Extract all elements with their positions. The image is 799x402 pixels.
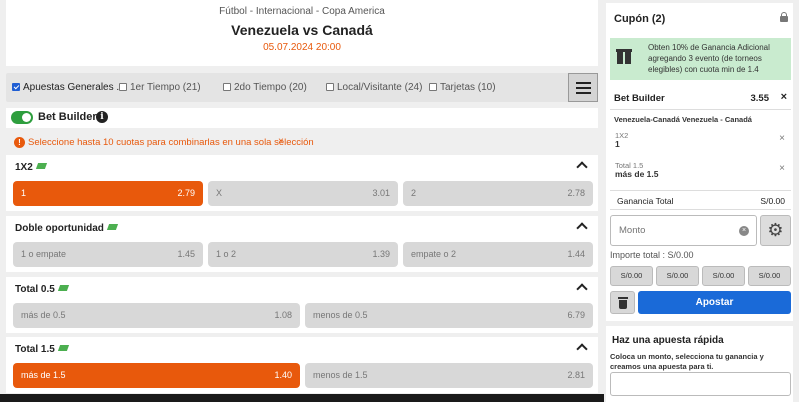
gift-icon xyxy=(616,49,632,64)
market-total-0-5: Total 0.5 más de 0.5 1.08 menos de 0.5 6.7… xyxy=(6,277,598,333)
bet-builder-header: Bet Builder 3.55 × xyxy=(610,88,791,110)
gear-icon[interactable]: ⚙ xyxy=(760,215,791,246)
market-1x2: 1X2 1 2.79 X 3.01 2 2.78 xyxy=(6,155,598,211)
match-datetime: 05.07.2024 20:00 xyxy=(263,42,341,53)
market-title: 1X2 xyxy=(15,162,33,173)
coupon-title: Cupón (2) xyxy=(614,13,666,25)
filter-general[interactable]: Apuestas Generales ... xyxy=(12,73,125,102)
amount-input[interactable] xyxy=(610,215,757,246)
remove-selection-icon[interactable]: × xyxy=(779,133,785,144)
quick-amount-button[interactable]: S/0.00 xyxy=(610,266,653,286)
market-double-chance: Doble oportunidad 1 o empate 1.45 1 o 2 1.… xyxy=(6,216,598,272)
clear-icon[interactable]: × xyxy=(739,226,749,236)
promo-text: Obten 10% de Ganancia Adicional agregand… xyxy=(648,43,770,74)
chevron-up-icon[interactable] xyxy=(576,161,588,173)
quick-bet-title: Haz una apuesta rápida xyxy=(612,335,724,346)
checkbox-icon xyxy=(223,83,231,91)
selection-pick: 1 xyxy=(615,139,620,149)
chevron-up-icon[interactable] xyxy=(576,343,588,355)
promo-banner: Obten 10% de Ganancia Adicional agregand… xyxy=(610,38,791,80)
remove-selection-icon[interactable]: × xyxy=(779,163,785,174)
bet-builder-row: Bet Builder i xyxy=(6,108,598,128)
quick-bet-description: Coloca un monto, selecciona tu ganancia … xyxy=(610,352,764,371)
odd-button[interactable]: 2 2.78 xyxy=(403,181,593,206)
chevron-up-icon[interactable] xyxy=(576,283,588,295)
event-name: Venezuela-Canadá Venezuela - Canadá xyxy=(614,115,752,124)
bet-builder-toggle[interactable] xyxy=(11,111,33,124)
bottom-bar xyxy=(0,394,604,402)
filter-cards[interactable]: Tarjetas (10) xyxy=(429,73,496,102)
money-icon xyxy=(57,345,69,351)
coupon-card: Cupón (2) Obten 10% de Ganancia Adiciona… xyxy=(606,3,793,321)
bet-builder-notice: ! Seleccione hasta 10 cuotas para combin… xyxy=(6,134,598,152)
odd-button[interactable]: X 3.01 xyxy=(208,181,398,206)
odd-button[interactable]: más de 0.5 1.08 xyxy=(13,303,300,328)
betslip-panel: Cupón (2) Obten 10% de Ganancia Adiciona… xyxy=(604,0,799,402)
gain-label: Ganancia Total xyxy=(617,196,674,206)
total-amount-label: Importe total : S/0.00 xyxy=(610,250,694,260)
notice-close-icon[interactable]: × xyxy=(278,136,284,147)
quick-amount-button[interactable]: S/0.00 xyxy=(656,266,699,286)
checkbox-icon xyxy=(12,83,20,91)
close-icon[interactable]: × xyxy=(781,91,787,103)
bet-builder-label: Bet Builder xyxy=(38,111,97,123)
list-item: 1X2 1 × xyxy=(610,131,791,161)
odd-button[interactable]: 1 o 2 1.39 xyxy=(208,242,398,267)
place-bet-button[interactable]: Apostar xyxy=(638,291,791,314)
odd-button[interactable]: 1 o empate 1.45 xyxy=(13,242,203,267)
filter-first-half[interactable]: 1er Tiempo (21) xyxy=(119,73,201,102)
lock-icon[interactable] xyxy=(780,12,788,22)
selection-pick: más de 1.5 xyxy=(615,169,659,179)
info-icon[interactable]: i xyxy=(96,111,108,123)
competition-breadcrumb: Fútbol - Internacional - Copa America xyxy=(219,6,385,17)
event-panel: Fútbol - Internacional - Copa America Ve… xyxy=(0,0,604,402)
list-item: Total 1.5 más de 1.5 × xyxy=(610,161,791,191)
money-icon xyxy=(57,285,69,291)
market-title: Doble oportunidad xyxy=(15,223,104,234)
match-title: Venezuela vs Canadá xyxy=(231,22,373,38)
market-title: Total 0.5 xyxy=(15,284,55,295)
checkbox-icon xyxy=(429,83,437,91)
money-icon xyxy=(106,224,118,230)
hamburger-menu-button[interactable] xyxy=(568,73,598,102)
filter-home-away[interactable]: Local/Visitante (24) xyxy=(326,73,422,102)
bet-builder-odds: 3.55 xyxy=(750,93,770,104)
market-filter-bar: Apuestas Generales ... 1er Tiempo (21) 2… xyxy=(6,73,598,102)
odd-button[interactable]: empate o 2 1.44 xyxy=(403,242,593,267)
gain-value: S/0.00 xyxy=(760,196,785,206)
filter-second-half[interactable]: 2do Tiempo (20) xyxy=(223,73,307,102)
odd-button[interactable]: menos de 1.5 2.81 xyxy=(305,363,593,388)
total-gain-row: Ganancia Total S/0.00 xyxy=(610,190,791,210)
chevron-up-icon[interactable] xyxy=(576,222,588,234)
market-title: Total 1.5 xyxy=(15,344,55,355)
warning-icon: ! xyxy=(14,137,25,148)
notice-text: Seleccione hasta 10 cuotas para combinar… xyxy=(28,137,314,148)
checkbox-icon xyxy=(326,83,334,91)
quick-amount-button[interactable]: S/0.00 xyxy=(748,266,791,286)
money-icon xyxy=(35,163,47,169)
quick-bet-input[interactable] xyxy=(610,372,791,396)
odd-button[interactable]: más de 1.5 1.40 xyxy=(13,363,300,388)
trash-icon[interactable] xyxy=(610,291,635,314)
odd-button[interactable]: 1 2.79 xyxy=(13,181,203,206)
odd-button[interactable]: menos de 0.5 6.79 xyxy=(305,303,593,328)
match-header: Fútbol - Internacional - Copa America Ve… xyxy=(6,0,598,66)
checkbox-icon xyxy=(119,83,127,91)
market-total-1-5: Total 1.5 más de 1.5 1.40 menos de 1.5 2.8… xyxy=(6,337,598,393)
quick-amount-button[interactable]: S/0.00 xyxy=(702,266,745,286)
quick-bet-card: Haz una apuesta rápida Coloca un monto, … xyxy=(606,326,793,402)
bet-builder-title: Bet Builder xyxy=(614,93,665,104)
